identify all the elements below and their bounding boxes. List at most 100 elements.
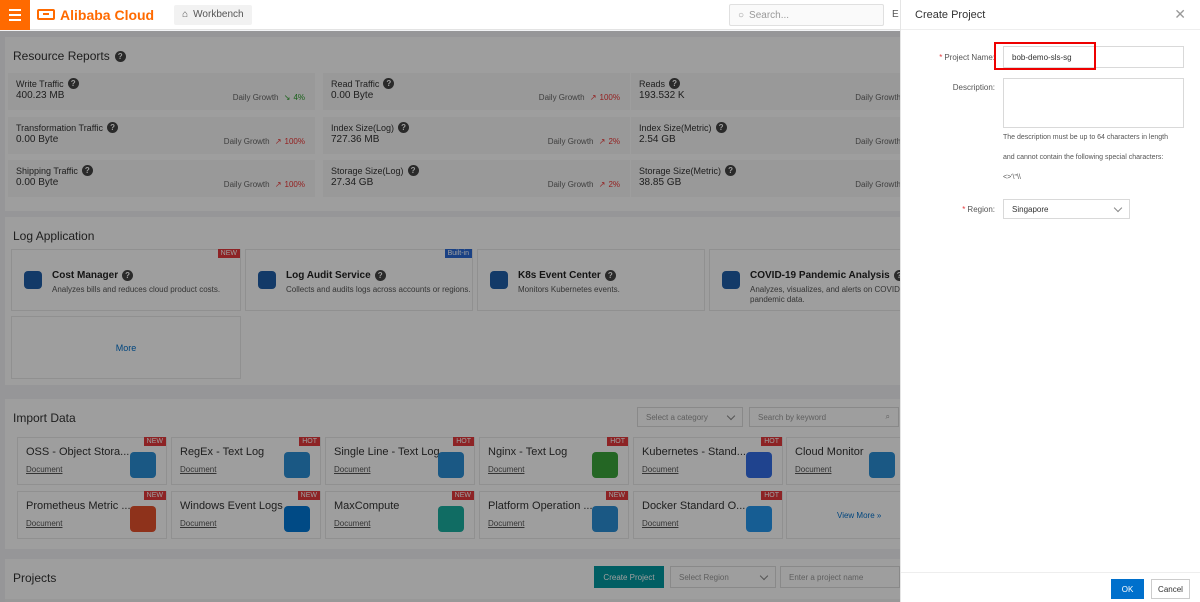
help-icon[interactable]: ? (122, 270, 134, 281)
keyword-search-input[interactable]: Search by keyword ⌕ (749, 407, 899, 427)
import-title: Windows Event Logs (180, 500, 283, 512)
region-select[interactable]: Select Region (670, 566, 776, 588)
import-badge: NEW (143, 491, 166, 500)
help-icon[interactable]: ? (715, 122, 727, 133)
app-name: COVID-19 Pandemic Analysis (750, 270, 890, 281)
log-application-title: Log Application (13, 229, 95, 243)
import-card[interactable]: NEW MaxCompute Document (325, 491, 475, 539)
report-cell: Reads? 193.532 K Daily Growth (631, 73, 900, 110)
top-search-input[interactable]: ○ Search... (729, 4, 884, 26)
app-badge: Built-in (444, 249, 472, 258)
trend-icon: ↘ (283, 93, 291, 102)
import-source-icon (746, 452, 772, 478)
app-card[interactable]: COVID-19 Pandemic Analysis?Analyzes, vis… (709, 249, 900, 311)
import-card[interactable]: NEW Platform Operation ... Document (479, 491, 629, 539)
app-card[interactable]: K8s Event Center? Monitors Kubernetes eve… (477, 249, 705, 311)
help-icon[interactable]: ? (114, 50, 126, 62)
import-source-icon (746, 506, 772, 532)
ok-button[interactable]: OK (1111, 579, 1144, 599)
import-badge: NEW (451, 491, 474, 500)
chevron-down-icon (726, 411, 736, 420)
help-icon[interactable]: ? (67, 78, 79, 89)
close-icon[interactable]: ✕ (1174, 6, 1186, 23)
app-badge: NEW (217, 249, 240, 258)
app-name: K8s Event Center (518, 270, 601, 281)
view-more-button[interactable]: View More » (786, 491, 900, 539)
daily-growth: Daily Growth ↗ 2% (547, 137, 620, 146)
help-icon[interactable]: ? (407, 165, 419, 176)
report-cell: Read Traffic? 0.00 Byte Daily Growth ↗ 100% (323, 73, 630, 110)
region-label: Region: (967, 205, 995, 214)
app-icon (722, 271, 740, 289)
top-edge-text: E (892, 9, 899, 20)
drawer-footer: OK Cancel (901, 572, 1200, 602)
report-label: Index Size(Metric) (639, 122, 712, 133)
highlight-box (994, 42, 1096, 70)
project-name-search[interactable]: Enter a project name (780, 566, 900, 588)
import-card[interactable]: NEW Windows Event Logs Document (171, 491, 321, 539)
workbench-button[interactable]: ⌂ Workbench (174, 4, 252, 25)
app-description: Analyzes bills and reduces cloud product… (52, 285, 221, 294)
cancel-button[interactable]: Cancel (1151, 579, 1190, 599)
import-card[interactable]: HOT Kubernetes - Stand... Document (633, 437, 783, 485)
description-hint: The description must be up to 64 charact… (1003, 134, 1168, 181)
import-badge: HOT (761, 491, 782, 500)
menu-icon[interactable] (0, 0, 30, 30)
help-icon[interactable]: ? (107, 122, 119, 133)
import-badge: NEW (143, 437, 166, 446)
app-icon (490, 271, 508, 289)
import-source-icon (438, 452, 464, 478)
daily-growth: Daily Growth (855, 137, 900, 146)
app-description: Monitors Kubernetes events. (518, 285, 620, 294)
import-card[interactable]: HOT Nginx - Text Log Document (479, 437, 629, 485)
trend-icon: ↗ (274, 137, 282, 146)
app-description: Analyzes, visualizes, and alerts on COVI… (750, 285, 900, 304)
help-icon[interactable]: ? (374, 270, 386, 281)
category-select[interactable]: Select a category (637, 407, 743, 427)
growth-percent: 100% (284, 137, 305, 146)
app-description: Collects and audits logs across accounts… (286, 285, 471, 294)
description-textarea[interactable] (1003, 78, 1184, 128)
import-card[interactable]: NEW OSS - Object Stora... Document (17, 437, 167, 485)
daily-growth: Daily Growth ↗ 2% (547, 180, 620, 189)
import-card[interactable]: NEW Prometheus Metric ... Document (17, 491, 167, 539)
import-title: Nginx - Text Log (488, 446, 568, 458)
report-cell: Index Size(Metric)? 2.54 GB Daily Growth (631, 117, 900, 154)
report-cell: Shipping Traffic? 0.00 Byte Daily Growth ↗… (8, 160, 315, 197)
import-card[interactable]: HOT RegEx - Text Log Document (171, 437, 321, 485)
import-source-icon (284, 506, 310, 532)
app-card[interactable]: NEW Cost Manager? Analyzes bills and reduc… (11, 249, 241, 311)
help-icon[interactable]: ? (669, 78, 681, 89)
app-card[interactable]: Built-in Log Audit Service? Collects and a… (245, 249, 473, 311)
trend-icon: ↗ (274, 180, 282, 189)
app-icon (24, 271, 42, 289)
help-icon[interactable]: ? (383, 78, 395, 89)
import-source-icon (592, 452, 618, 478)
import-card[interactable]: HOT Single Line - Text Log Document (325, 437, 475, 485)
import-card[interactable]: Cloud Monitor Document (786, 437, 900, 485)
project-name-label: Project Name: (944, 53, 995, 62)
report-cell: Storage Size(Log)? 27.34 GB Daily Growth ↗… (323, 160, 630, 197)
alibaba-cloud-logo[interactable]: Alibaba Cloud (37, 7, 154, 23)
help-icon[interactable]: ? (398, 122, 410, 133)
help-icon[interactable]: ? (81, 165, 93, 176)
region-dropdown[interactable]: Singapore (1003, 199, 1130, 219)
import-source-icon (592, 506, 618, 532)
create-project-drawer: Create Project ✕ * Project Name: bob-demo… (900, 0, 1200, 602)
report-label: Read Traffic (331, 78, 380, 89)
report-label: Shipping Traffic (16, 165, 78, 176)
growth-percent: 100% (599, 93, 620, 102)
create-project-button[interactable]: Create Project (594, 566, 664, 588)
report-label: Write Traffic (16, 78, 64, 89)
more-apps-button[interactable]: More (11, 316, 241, 379)
help-icon[interactable]: ? (725, 165, 737, 176)
help-icon[interactable]: ? (604, 270, 616, 281)
import-card[interactable]: HOT Docker Standard O... Document (633, 491, 783, 539)
app-name: Cost Manager (52, 270, 119, 281)
report-label: Index Size(Log) (331, 122, 395, 133)
search-icon: ○ (738, 9, 745, 21)
growth-percent: 100% (284, 180, 305, 189)
import-source-icon (130, 506, 156, 532)
import-badge: NEW (605, 491, 628, 500)
growth-percent: 4% (293, 93, 305, 102)
